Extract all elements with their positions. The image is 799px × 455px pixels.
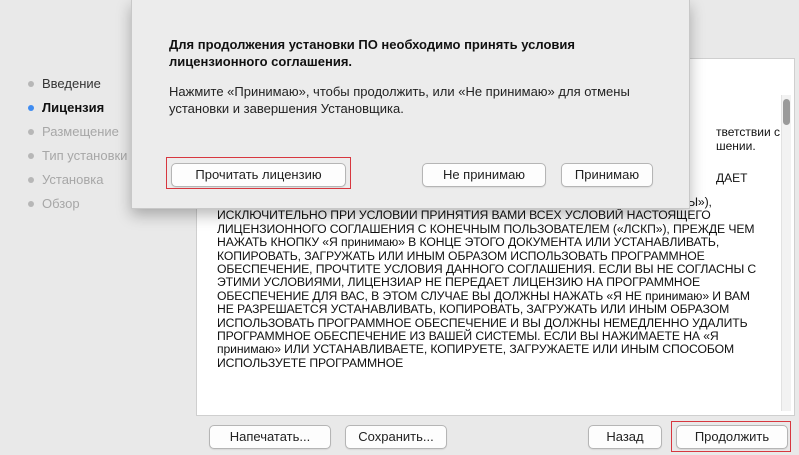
step-dot-icon xyxy=(28,129,34,135)
step-dot-icon xyxy=(28,105,34,111)
license-fragment-line: ДАЕТ xyxy=(716,171,748,185)
print-button[interactable]: Напечатать... xyxy=(209,425,331,449)
license-fragment-line: шении. xyxy=(716,139,756,153)
step-label: Размещение xyxy=(42,124,119,139)
step-label: Тип установки xyxy=(42,148,128,163)
step-dot-icon xyxy=(28,201,34,207)
license-agreement-sheet: Для продолжения установки ПО необходимо … xyxy=(131,0,690,209)
step-license: Лицензия xyxy=(22,96,142,120)
scrollbar-track[interactable] xyxy=(781,95,791,411)
step-label: Установка xyxy=(42,172,104,187)
sheet-message: Нажмите «Принимаю», чтобы продолжить, ил… xyxy=(169,84,630,116)
license-fragment-line: тветствии с xyxy=(716,125,780,139)
save-button[interactable]: Сохранить... xyxy=(345,425,447,449)
license-text: ЮРИДИЧЕСКОМУ ЛИЦУ, ПРИНИМАЮЩЕМУ ПРОГРАММ… xyxy=(217,195,757,370)
step-dot-icon xyxy=(28,177,34,183)
step-dot-icon xyxy=(28,153,34,159)
step-introduction: Введение xyxy=(22,72,142,96)
scrollbar-thumb[interactable] xyxy=(783,99,790,125)
step-label: Обзор xyxy=(42,196,80,211)
step-destination: Размещение xyxy=(22,120,142,144)
step-dot-icon xyxy=(28,81,34,87)
step-installation-type: Тип установки xyxy=(22,144,142,168)
back-button[interactable]: Назад xyxy=(588,425,662,449)
installer-steps-sidebar: Введение Лицензия Размещение Тип установ… xyxy=(22,72,142,216)
disagree-button[interactable]: Не принимаю xyxy=(422,163,546,187)
continue-highlight-frame xyxy=(671,421,791,452)
read-license-highlight-frame xyxy=(166,157,351,189)
step-summary: Обзор xyxy=(22,192,142,216)
step-installation: Установка xyxy=(22,168,142,192)
agree-button[interactable]: Принимаю xyxy=(561,163,653,187)
step-label: Введение xyxy=(42,76,101,91)
license-text-fragment: тветствии с шении. xyxy=(716,125,788,153)
step-label: Лицензия xyxy=(42,100,105,115)
sheet-title: Для продолжения установки ПО необходимо … xyxy=(169,37,575,69)
